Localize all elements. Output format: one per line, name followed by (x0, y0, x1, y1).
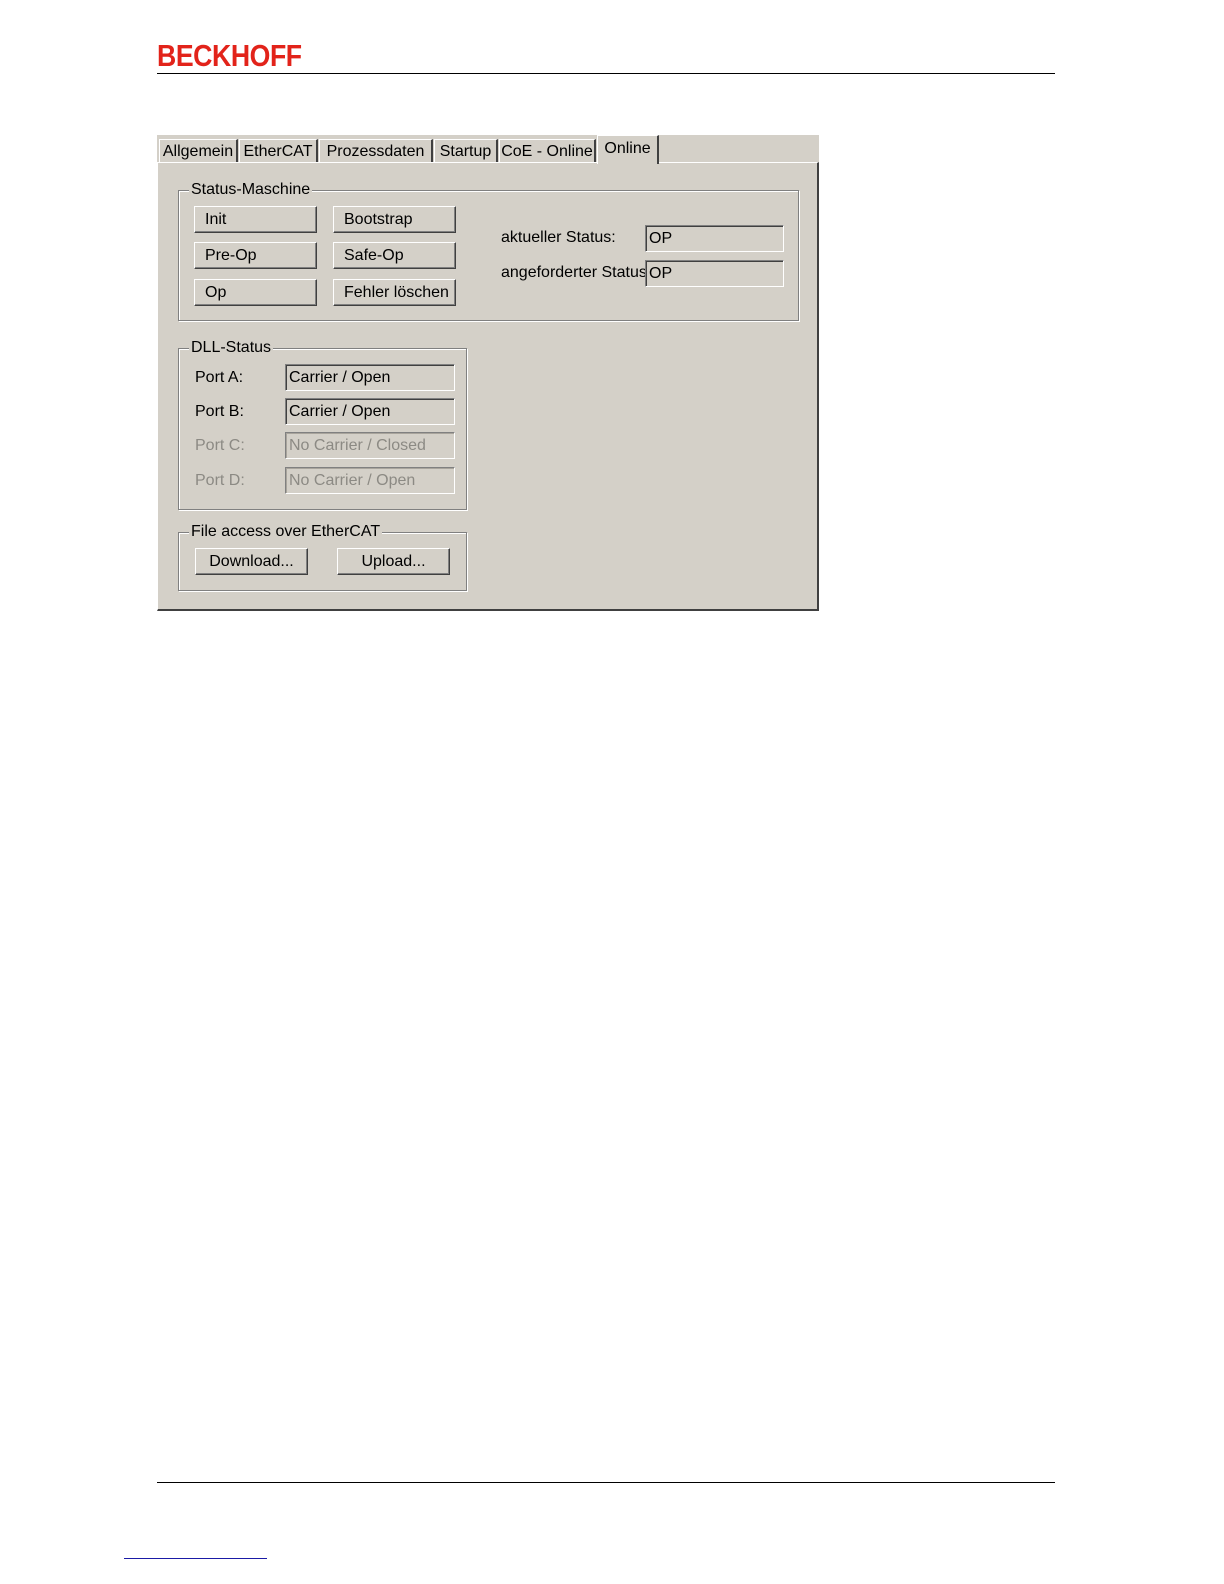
footer-divider (157, 1482, 1055, 1483)
dll-status-title: DLL-Status (189, 338, 274, 358)
beckhoff-logo: BECKHOFF (157, 38, 302, 73)
upload-button[interactable]: Upload... (337, 548, 450, 575)
tab-startup[interactable]: Startup (434, 139, 498, 162)
tab-panel-online: Status-Maschine Init Bootstrap Pre-Op Sa… (157, 162, 819, 611)
header-divider (157, 73, 1055, 74)
port-a-field: Carrier / Open (285, 364, 455, 391)
safe-op-button[interactable]: Safe-Op (333, 242, 456, 269)
port-b-field: Carrier / Open (285, 398, 455, 425)
port-c-label: Port C: (195, 437, 245, 454)
status-machine-title: Status-Maschine (189, 180, 313, 200)
requested-status-field: OP (645, 260, 784, 287)
current-status-field: OP (645, 225, 784, 252)
port-a-label: Port A: (195, 369, 244, 386)
footer-link-underline (124, 1558, 267, 1559)
clear-errors-button[interactable]: Fehler löschen (333, 279, 456, 306)
port-c-field: No Carrier / Closed (285, 432, 455, 459)
tab-allgemein[interactable]: Allgemein (159, 139, 238, 162)
port-d-label: Port D: (195, 472, 245, 489)
file-access-group: File access over EtherCAT Download... Up… (178, 522, 467, 591)
current-status-label: aktueller Status: (501, 229, 616, 246)
tab-prozessdaten[interactable]: Prozessdaten (319, 139, 433, 162)
online-properties-dialog: Allgemein EtherCAT Prozessdaten Startup … (157, 135, 819, 611)
bootstrap-button[interactable]: Bootstrap (333, 206, 456, 233)
dll-status-group: DLL-Status Port A: Carrier / Open Port B… (178, 338, 467, 510)
port-d-field: No Carrier / Open (285, 467, 455, 494)
init-button[interactable]: Init (194, 206, 317, 233)
file-access-title: File access over EtherCAT (189, 522, 383, 542)
pre-op-button[interactable]: Pre-Op (194, 242, 317, 269)
status-machine-group: Status-Maschine Init Bootstrap Pre-Op Sa… (178, 180, 799, 321)
port-b-label: Port B: (195, 403, 244, 420)
tab-online[interactable]: Online (597, 135, 659, 164)
download-button[interactable]: Download... (195, 548, 308, 575)
requested-status-label: angeforderter Status: (501, 264, 652, 281)
tab-coe-online[interactable]: CoE - Online (499, 139, 596, 162)
op-button[interactable]: Op (194, 279, 317, 306)
tab-strip: Allgemein EtherCAT Prozessdaten Startup … (157, 135, 819, 164)
tab-ethercat[interactable]: EtherCAT (239, 139, 318, 162)
